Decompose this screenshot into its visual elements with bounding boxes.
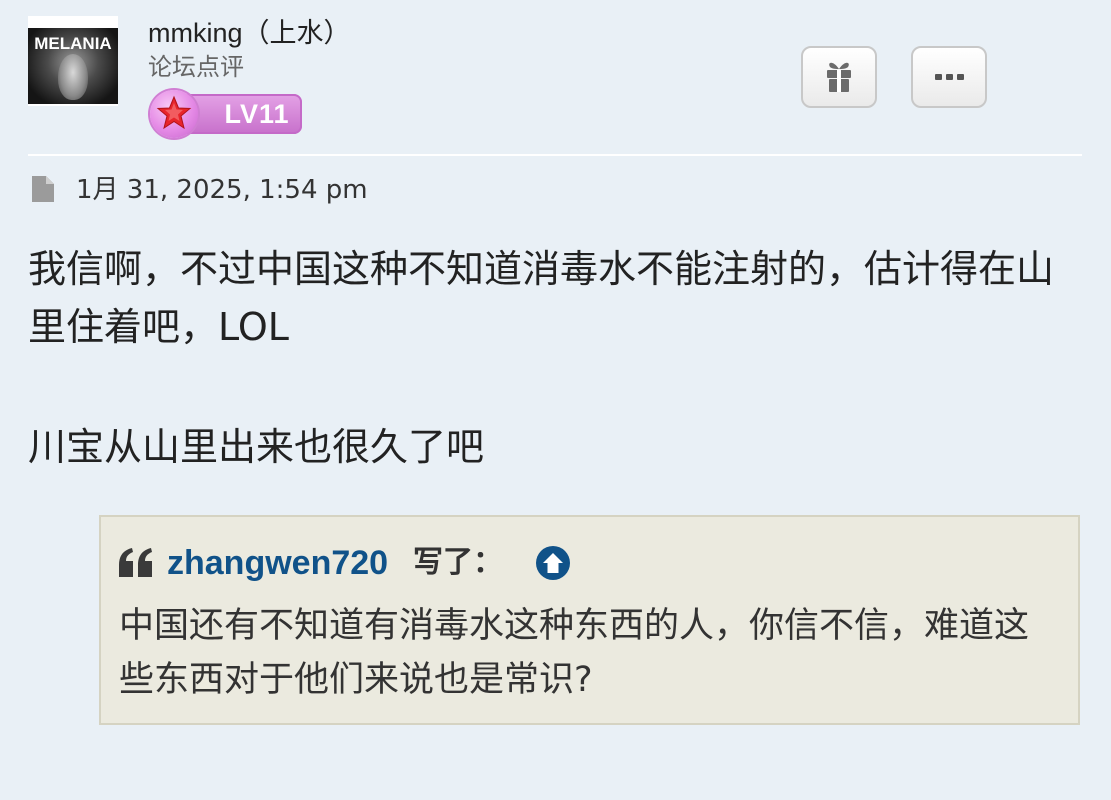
- post-content: 我信啊，不过中国这种不知道消毒水不能注射的，估计得在山里住着吧，LOL 川宝从山…: [28, 240, 1088, 476]
- quote-block: zhangwen720 写了： 中国还有不知道有消毒水这种东西的人，你信不信，难…: [99, 515, 1080, 725]
- avatar-face: [58, 54, 88, 100]
- avatar[interactable]: MELANIA: [28, 16, 118, 106]
- post-page: MELANIA mmking（上水） 论坛点评 LV11 1月 31, 2025…: [0, 0, 1111, 800]
- level-label: LV11: [224, 99, 290, 129]
- more-options-button[interactable]: [911, 46, 987, 108]
- username-link[interactable]: mmking（上水）: [148, 16, 351, 50]
- gift-button[interactable]: [801, 46, 877, 108]
- post-paragraph: 川宝从山里出来也很久了吧: [28, 425, 485, 469]
- level-badge: LV11: [150, 90, 302, 138]
- star-icon: [156, 95, 192, 130]
- gift-icon: [827, 62, 851, 92]
- post-file-icon: [32, 176, 54, 202]
- header-divider: [28, 154, 1082, 156]
- post-timestamp: 1月 31, 2025, 1:54 pm: [76, 175, 368, 205]
- quote-icon: [119, 548, 152, 577]
- quote-paragraph: 中国还有不知道有消毒水这种东西的人，你信不信，难道这些东西对于他们来说也是常识?: [119, 606, 1030, 700]
- quote-author-link[interactable]: zhangwen720: [167, 539, 388, 587]
- quote-wrote-label: 写了：: [413, 545, 503, 580]
- ellipsis-icon: [935, 74, 964, 80]
- user-rank-title: 论坛点评: [148, 53, 244, 81]
- level-star-badge: [150, 90, 198, 138]
- avatar-caption: MELANIA: [34, 34, 112, 53]
- arrow-up-circle-icon[interactable]: [535, 545, 571, 581]
- quote-text: 中国还有不知道有消毒水这种东西的人，你信不信，难道这些东西对于他们来说也是常识?: [119, 599, 1059, 707]
- post-paragraph: 我信啊，不过中国这种不知道消毒水不能注射的，估计得在山里住着吧，LOL: [28, 247, 1055, 349]
